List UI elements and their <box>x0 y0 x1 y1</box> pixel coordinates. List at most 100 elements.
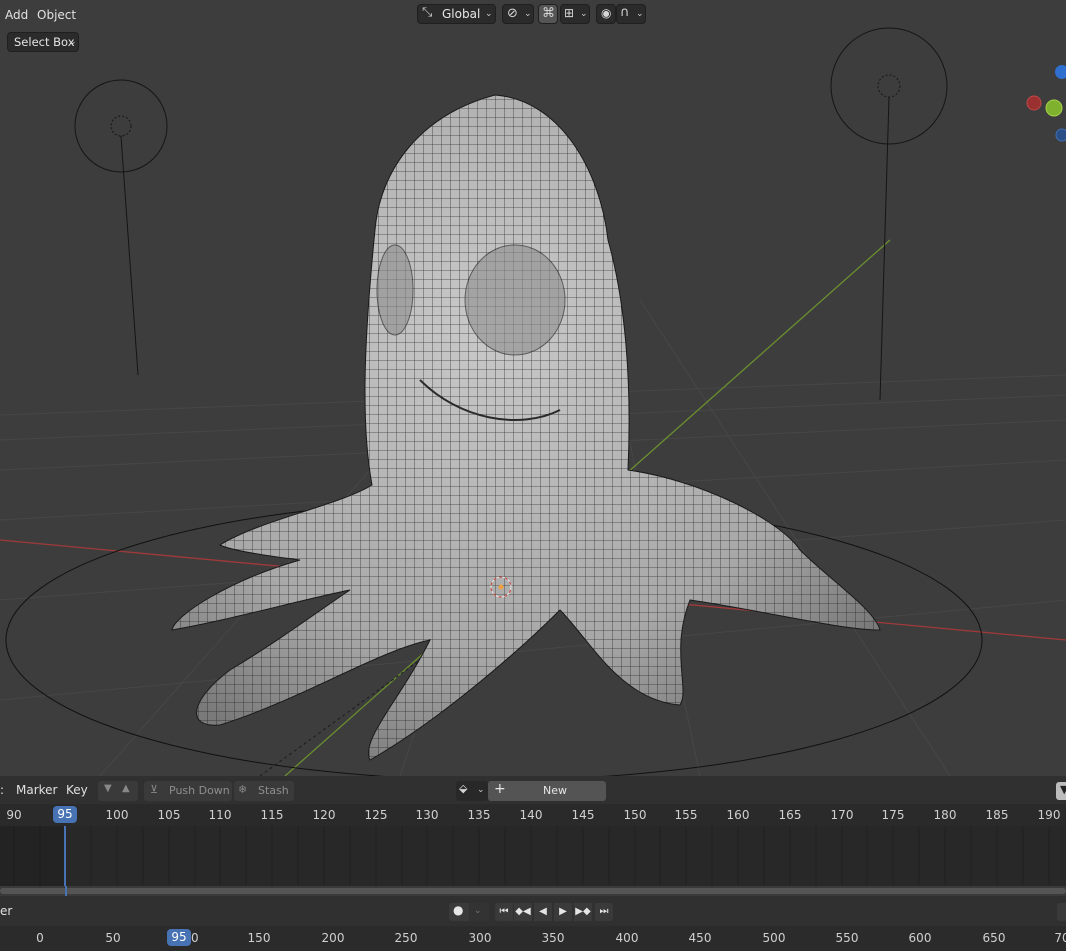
ruler-tick: 115 <box>260 808 284 822</box>
stash-button[interactable]: ❄ Stash <box>234 781 294 801</box>
push-down-button[interactable]: ⊻ Push Down <box>144 781 232 801</box>
timeline-current-frame-indicator[interactable]: 95 <box>167 929 191 946</box>
action-icon: ⬙ <box>459 782 468 795</box>
chevron-down-icon: ⌄ <box>636 9 644 19</box>
push-down-label: Push Down <box>169 784 230 797</box>
pivot-icon: ⊘ <box>507 6 518 21</box>
filter-funnel-icon: ▼ <box>1060 783 1066 796</box>
push-down-icon: ⊻ <box>150 783 159 796</box>
frame-field-edge[interactable] <box>1057 903 1066 921</box>
ruler-tick: 130 <box>415 808 439 822</box>
plus-icon: + <box>494 781 506 797</box>
play-icon[interactable]: ▶ <box>554 903 572 921</box>
falloff-dropdown[interactable]: ∩ ⌄ <box>616 4 646 24</box>
snap-toggle[interactable]: ⌘ <box>538 4 558 24</box>
timeline-tick: 300 <box>468 931 492 945</box>
chevron-down-icon: ⌄ <box>524 9 532 19</box>
dopesheet-scrollbar[interactable] <box>0 886 1066 896</box>
ruler-tick: 145 <box>571 808 595 822</box>
ruler-tick: 105 <box>157 808 181 822</box>
snap-target-dropdown[interactable]: ⊞ ⌄ <box>560 4 590 24</box>
ruler-tick: 120 <box>312 808 336 822</box>
timeline-tick: 550 <box>835 931 859 945</box>
jump-to-keyframe-back-icon[interactable]: ◆◀ <box>514 903 532 921</box>
timeline-tick: 350 <box>541 931 565 945</box>
chevron-down-icon: ⌄ <box>474 906 482 916</box>
arrow-down-icon: ▼ <box>104 783 112 794</box>
menu-key[interactable]: Key <box>66 783 88 797</box>
ruler-tick: 180 <box>933 808 957 822</box>
ruler-tick: 100 <box>105 808 129 822</box>
orientation-label: Global <box>442 7 481 21</box>
new-action-label: New <box>543 784 567 797</box>
ruler-tick: 155 <box>674 808 698 822</box>
menu-marker[interactable]: Marker <box>16 783 57 797</box>
ruler-tick: 190 <box>1037 808 1061 822</box>
navigation-gizmo[interactable] <box>1026 65 1066 142</box>
jump-to-keyframe-forward-icon[interactable]: ▶◆ <box>574 903 592 921</box>
ruler-tick: 135 <box>467 808 491 822</box>
ruler-tick: 175 <box>881 808 905 822</box>
new-action-button[interactable]: + New <box>488 781 606 801</box>
action-layer-arrows[interactable]: ▼ ▲ <box>98 781 138 801</box>
timeline-tick: 50 <box>105 931 121 945</box>
chevron-down-icon: ⌄ <box>580 9 588 19</box>
chevron-down-icon: ⌄ <box>69 37 77 47</box>
dopesheet-area[interactable] <box>0 826 1066 886</box>
jump-to-start-icon[interactable]: ⏮ <box>495 903 513 921</box>
proportional-edit-toggle[interactable]: ◉ <box>596 4 616 24</box>
timeline-tick: 450 <box>688 931 712 945</box>
dopesheet-frame-ruler[interactable]: 90 100 105 110 115 120 125 130 135 140 1… <box>0 804 1066 826</box>
orientation-icon: ⤡ <box>422 5 433 20</box>
light-left <box>74 79 168 376</box>
timeline-frame-ruler[interactable]: 0 50 150 200 250 300 350 400 450 500 550… <box>0 926 1066 951</box>
select-box-dropdown[interactable]: Select Box ⌄ <box>7 32 79 52</box>
current-frame-indicator[interactable]: 95 <box>53 806 77 823</box>
timeline-tick: 150 <box>247 931 271 945</box>
timeline-tick: 500 <box>762 931 786 945</box>
ruler-tick: 125 <box>364 808 388 822</box>
menu-view-fragment[interactable]: : <box>0 783 4 797</box>
ruler-tick: 170 <box>830 808 854 822</box>
auto-keying-toggle[interactable]: ● <box>449 903 469 921</box>
dopesheet-header: : Marker Key ▼ ▲ ⊻ Push Down ❄ Stash ⬙ ⌄… <box>0 778 1066 804</box>
arrow-up-icon: ▲ <box>122 783 130 794</box>
timeline-header: er ● ⌄ ⏮ ◆◀ ◀ ▶ ▶◆ ⏭ <box>0 898 1066 926</box>
timeline-tick: 250 <box>394 931 418 945</box>
ruler-tick: 185 <box>985 808 1009 822</box>
jump-to-end-icon[interactable]: ⏭ <box>595 903 613 921</box>
stash-label: Stash <box>258 784 289 797</box>
falloff-curve-icon: ∩ <box>620 5 630 20</box>
timeline-tick: 600 <box>908 931 932 945</box>
3d-viewport[interactable]: Add Object Select Box ⌄ ⤡ Global ⌄ ⊘ ⌄ ⌘… <box>0 0 1066 776</box>
record-icon: ● <box>453 903 464 917</box>
timeline-tick: 400 <box>615 931 639 945</box>
ruler-tick: 150 <box>623 808 647 822</box>
dopesheet-gridlines <box>0 826 1050 886</box>
timeline-tick: 200 <box>321 931 345 945</box>
pivot-point-dropdown[interactable]: ⊘ ⌄ <box>502 4 534 24</box>
menu-object[interactable]: Object <box>32 6 81 24</box>
tree-creature-mesh[interactable] <box>171 94 881 761</box>
ruler-tick: 160 <box>726 808 750 822</box>
ruler-tick: 140 <box>519 808 543 822</box>
timeline-tick: 70 <box>1054 931 1066 945</box>
play-reverse-icon[interactable]: ◀ <box>534 903 552 921</box>
playhead-line-scroll <box>65 886 67 896</box>
chevron-down-icon: ⌄ <box>477 785 485 795</box>
light-right <box>830 27 948 401</box>
transform-orientation-dropdown[interactable]: ⤡ Global ⌄ <box>417 4 496 24</box>
action-browse-dropdown[interactable]: ⬙ ⌄ <box>456 781 488 801</box>
ruler-tick: 110 <box>208 808 232 822</box>
select-box-label: Select Box <box>14 35 75 49</box>
timeline-menu-fragment[interactable]: er <box>0 904 12 918</box>
scrollbar-thumb[interactable] <box>0 888 1066 894</box>
menu-add[interactable]: Add <box>0 6 33 24</box>
filter-toggle[interactable]: ▼ <box>1056 782 1066 800</box>
viewport-scene <box>0 27 1066 776</box>
keying-set-dropdown[interactable]: ⌄ <box>469 903 489 921</box>
timeline-tick: 650 <box>982 931 1006 945</box>
timeline-tick: 0 <box>36 931 44 945</box>
ruler-tick: 165 <box>778 808 802 822</box>
timeline-tick-partial: 0 <box>191 931 199 945</box>
